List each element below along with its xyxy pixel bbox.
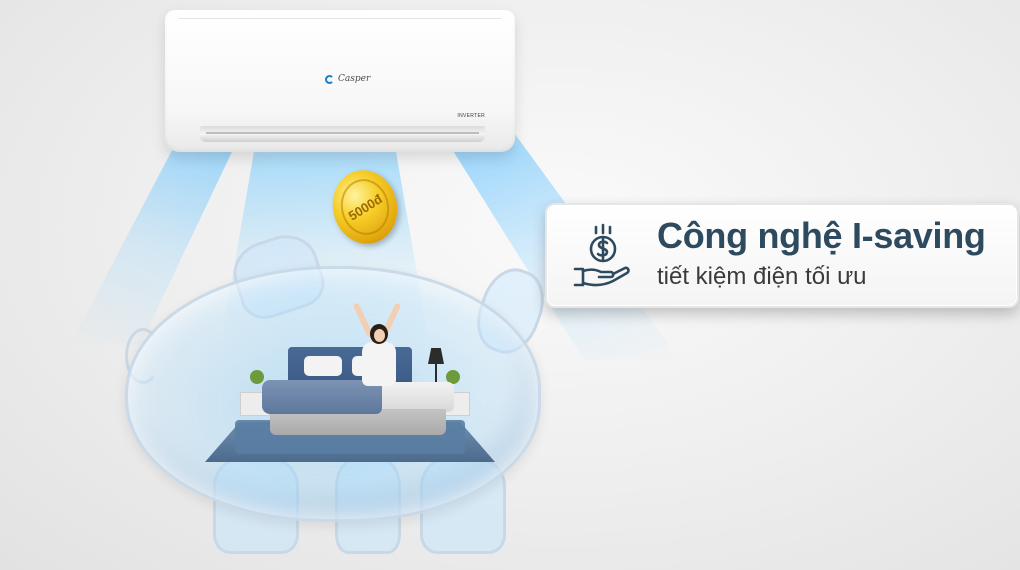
person-body — [362, 342, 396, 386]
casper-logo-icon — [325, 74, 334, 84]
brand-logo: Casper — [325, 74, 370, 84]
feature-callout: Công nghệ I-saving tiết kiệm điện tối ưu — [545, 203, 1019, 308]
ac-vent-slot — [206, 132, 479, 134]
air-conditioner-unit: Casper INVERTER — [165, 10, 515, 152]
plant-icon — [250, 370, 264, 384]
brand-logo-text: Casper — [338, 74, 371, 84]
ac-panel-line — [179, 18, 501, 19]
inverter-badge: INVERTER — [457, 113, 485, 119]
ac-air-vent — [200, 126, 485, 142]
coin-value-text: 5000đ — [346, 191, 385, 223]
money-hand-icon — [573, 223, 630, 287]
feature-subtitle: tiết kiệm điện tối ưu — [657, 263, 867, 290]
person-face — [374, 329, 385, 342]
product-scene: Casper INVERTER 5000đ Công nghệ I-saving… — [0, 0, 1020, 570]
feature-title: Công nghệ I-saving — [657, 215, 986, 256]
pillow — [304, 356, 342, 376]
